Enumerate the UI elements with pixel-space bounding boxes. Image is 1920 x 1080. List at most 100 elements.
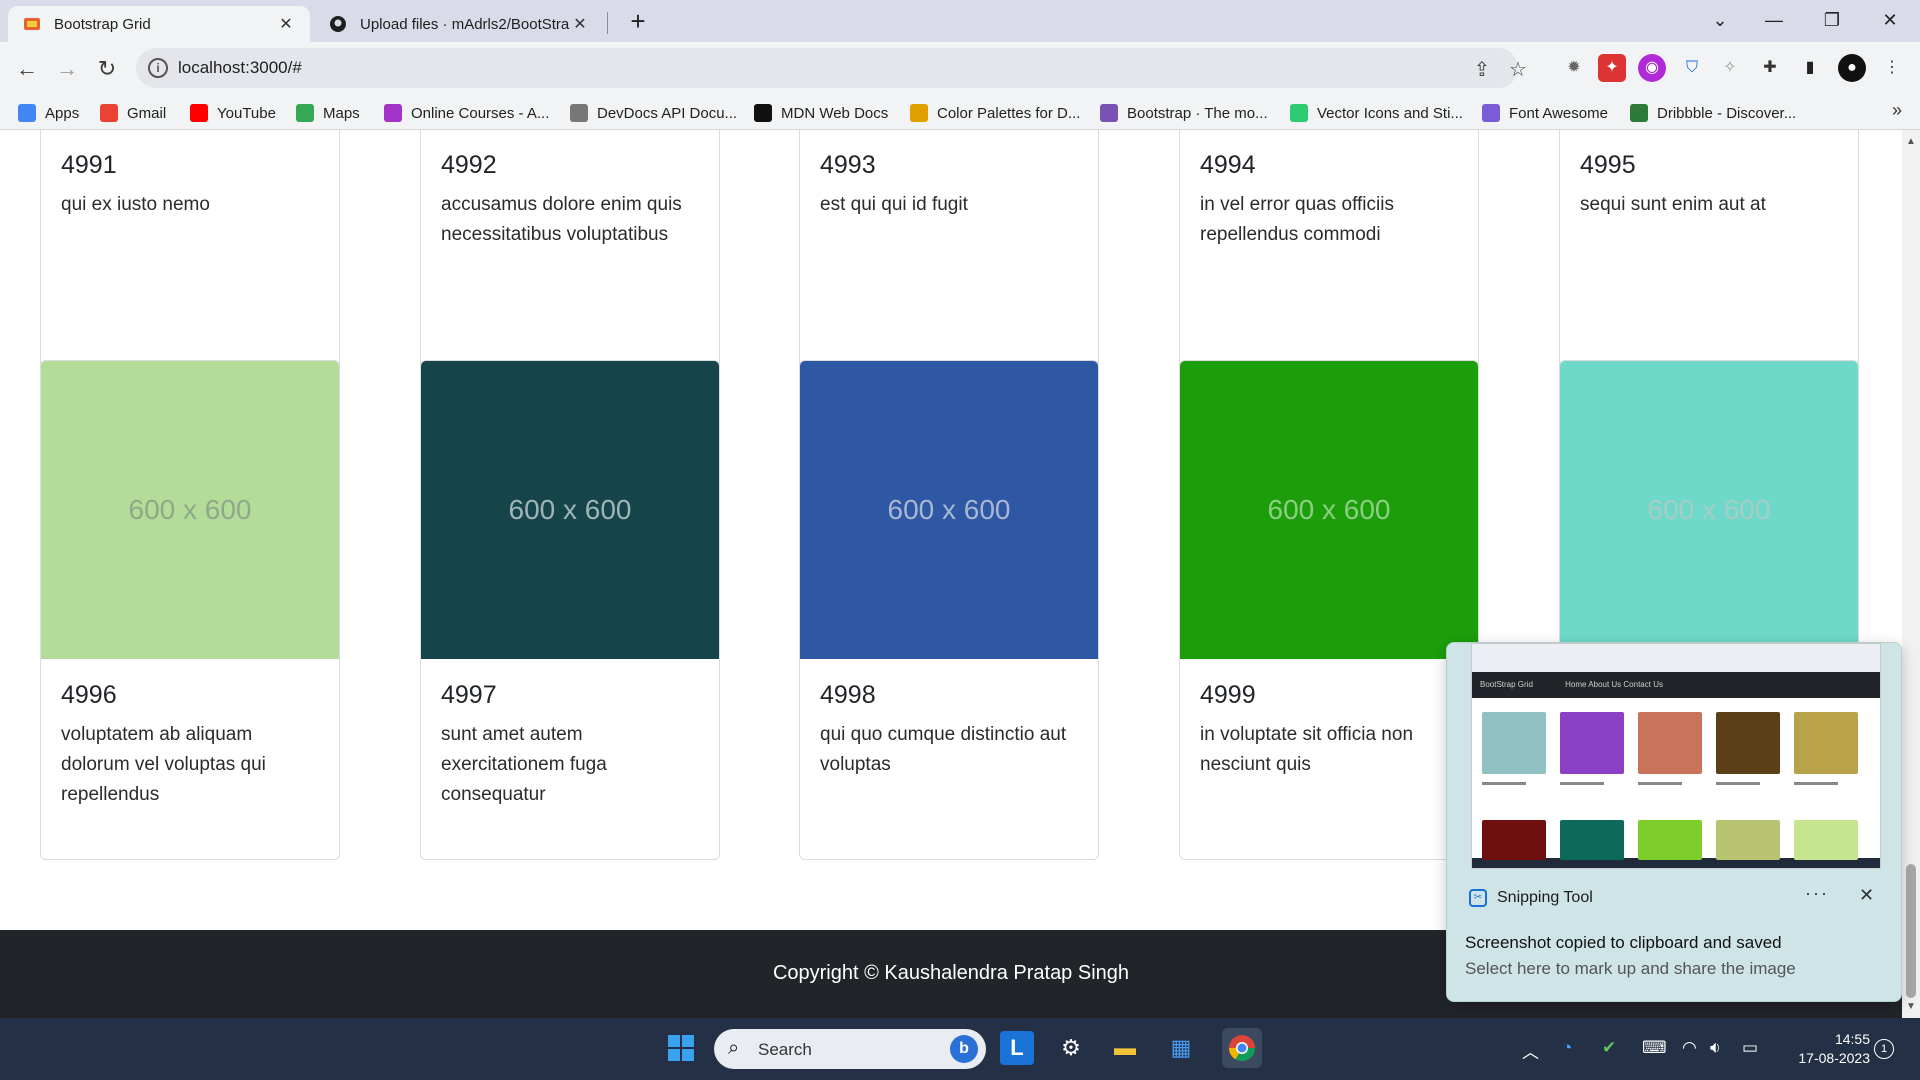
placeholder-size-label: 600 x 600 bbox=[1267, 494, 1391, 525]
card-id: 4992 bbox=[441, 151, 497, 179]
preview-nav-links: Home About Us Contact Us bbox=[1565, 680, 1663, 689]
preview-card-image bbox=[1482, 820, 1546, 860]
bookmark-item[interactable]: Bootstrap · The mo... bbox=[1100, 102, 1268, 124]
extension-purple-icon[interactable]: ◉ bbox=[1638, 54, 1666, 82]
scroll-up-arrow-icon[interactable]: ▲ bbox=[1906, 136, 1916, 147]
volume-icon[interactable]: 🔉︎ bbox=[1710, 1038, 1721, 1058]
palette-icon bbox=[910, 104, 928, 122]
bookmark-item[interactable]: Gmail bbox=[100, 102, 166, 124]
bookmark-item[interactable]: Vector Icons and Sti... bbox=[1290, 102, 1463, 124]
scroll-down-arrow-icon[interactable]: ▼ bbox=[1906, 1001, 1916, 1012]
search-icon: ⌕ bbox=[728, 1037, 740, 1059]
bookmark-item[interactable]: Color Palettes for D... bbox=[910, 102, 1080, 124]
bookmark-label: Vector Icons and Sti... bbox=[1317, 104, 1463, 122]
bookmarks-overflow-icon[interactable]: » bbox=[1892, 100, 1902, 121]
card-id: 4996 bbox=[61, 681, 117, 709]
card-text: voluptatem ab aliquam dolorum vel volupt… bbox=[61, 724, 266, 805]
scrollbar-thumb[interactable] bbox=[1906, 864, 1916, 998]
preview-card-text bbox=[1560, 782, 1604, 785]
bookmark-item[interactable]: Online Courses - A... bbox=[384, 102, 549, 124]
bookmark-item[interactable]: YouTube bbox=[190, 102, 276, 124]
bookmark-label: Gmail bbox=[127, 104, 167, 122]
windows-taskbar: ⌕ Search b L ⚙ ▬ ▦ ︿ ◔ ✔ ⌨ ◠ 🔉︎ ▭ 14:55 … bbox=[0, 1018, 1920, 1080]
bookmark-item[interactable]: Maps bbox=[296, 102, 360, 124]
taskbar-clock[interactable]: 14:55 17-08-2023 bbox=[1780, 1030, 1870, 1068]
preview-card-image bbox=[1638, 820, 1702, 860]
card-text: est qui qui id fugit bbox=[820, 194, 968, 215]
preview-card-image bbox=[1482, 712, 1546, 774]
card-body: 4992 accusamus dolore enim quis necessita… bbox=[421, 151, 719, 250]
preview-card-image bbox=[1716, 712, 1780, 774]
card-text: accusamus dolore enim quis necessitatibu… bbox=[441, 194, 682, 245]
bookmark-label: Color Palettes for D... bbox=[937, 104, 1081, 122]
card-image-placeholder: 600 x 600 bbox=[41, 361, 339, 659]
card-id: 4991 bbox=[61, 151, 117, 179]
minimize-button[interactable]: — bbox=[1746, 0, 1802, 40]
address-bar[interactable]: i localhost:3000/# ⇪ ☆ bbox=[136, 48, 1527, 88]
snipping-tool-notification[interactable]: BootStrap Grid Home About Us Contact Us … bbox=[1446, 642, 1902, 1002]
bookmark-item[interactable]: Dribbble - Discover... bbox=[1630, 102, 1796, 124]
font-awesome-icon bbox=[1482, 104, 1500, 122]
card-image-placeholder: 600 x 600 bbox=[800, 361, 1098, 659]
toast-message: Screenshot copied to clipboard and saved bbox=[1465, 933, 1782, 952]
extension-spark-icon[interactable]: ✧ bbox=[1716, 54, 1744, 82]
windows-start-icon[interactable] bbox=[664, 1031, 698, 1065]
bookmark-item[interactable]: Apps bbox=[18, 102, 79, 124]
new-tab-button[interactable]: + bbox=[620, 6, 656, 36]
extensions-puzzle-icon[interactable]: ✚ bbox=[1756, 54, 1784, 82]
wifi-icon[interactable]: ◠ bbox=[1682, 1038, 1697, 1058]
extension-shield-icon[interactable]: ⛉ bbox=[1678, 54, 1706, 82]
profile-avatar[interactable]: ● bbox=[1838, 54, 1866, 82]
bookmark-item[interactable]: MDN Web Docs bbox=[754, 102, 888, 124]
extension-bug-icon[interactable]: ✹ bbox=[1560, 54, 1588, 82]
bookmark-star-icon[interactable]: ☆ bbox=[1506, 58, 1530, 82]
card-body: 4994 in vel error quas officiis repellend… bbox=[1180, 151, 1478, 250]
bookmark-label: DevDocs API Docu... bbox=[597, 104, 738, 122]
forward-arrow-icon[interactable]: → bbox=[50, 52, 84, 86]
keyboard-icon[interactable]: ⌨ bbox=[1642, 1038, 1667, 1058]
tab-upload-files[interactable]: Upload files · mAdrls2/BootStrap ✕ bbox=[314, 6, 604, 42]
tray-clock-app-icon[interactable]: ◔ bbox=[1562, 1038, 1572, 1058]
page-scrollbar[interactable]: ▲ ▼ bbox=[1902, 130, 1920, 1018]
reload-icon[interactable]: ↻ bbox=[90, 52, 124, 86]
extension-red-icon[interactable]: ✦ bbox=[1598, 54, 1626, 82]
tray-security-icon[interactable]: ✔ bbox=[1602, 1038, 1616, 1058]
bootstrap-icon bbox=[1100, 104, 1118, 122]
tab-close-icon[interactable]: ✕ bbox=[276, 14, 296, 34]
toast-more-options-icon[interactable]: ··· bbox=[1805, 883, 1829, 904]
site-info-icon[interactable]: i bbox=[148, 58, 168, 78]
close-window-button[interactable]: ✕ bbox=[1862, 0, 1918, 40]
card-text: sunt amet autem exercitationem fuga cons… bbox=[441, 724, 607, 805]
preview-brand: BootStrap Grid bbox=[1480, 680, 1533, 689]
notification-badge[interactable]: 1 bbox=[1874, 1039, 1894, 1059]
placeholder-size-label: 600 x 600 bbox=[128, 494, 252, 525]
menu-kebab-icon[interactable]: ⋮ bbox=[1878, 54, 1906, 82]
card-body: 4999 in voluptate sit officia non nesciun… bbox=[1180, 681, 1478, 780]
chrome-taskbar-icon[interactable] bbox=[1222, 1028, 1262, 1068]
microsoft-store-icon[interactable]: ▦ bbox=[1164, 1031, 1198, 1065]
app-l-icon[interactable]: L bbox=[1000, 1031, 1034, 1065]
card-id: 4998 bbox=[820, 681, 876, 709]
tray-chevron-up-icon[interactable]: ︿ bbox=[1522, 1038, 1539, 1063]
tab-bootstrap-grid[interactable]: Bootstrap Grid ✕ bbox=[8, 6, 310, 42]
url-text[interactable]: localhost:3000/# bbox=[178, 58, 302, 78]
back-arrow-icon[interactable]: ← bbox=[10, 52, 44, 86]
battery-icon[interactable]: ▭ bbox=[1742, 1038, 1758, 1058]
gmail-icon bbox=[100, 104, 118, 122]
youtube-icon bbox=[190, 104, 208, 122]
toast-app-header: ✂ Snipping Tool bbox=[1469, 889, 1593, 907]
devdocs-icon bbox=[570, 104, 588, 122]
tab-close-icon[interactable]: ✕ bbox=[570, 14, 590, 34]
toast-close-icon[interactable]: ✕ bbox=[1859, 885, 1874, 906]
side-panel-icon[interactable]: ▮ bbox=[1796, 54, 1824, 82]
taskbar-search-box[interactable]: ⌕ Search b bbox=[714, 1029, 986, 1069]
settings-gear-icon[interactable]: ⚙ bbox=[1054, 1031, 1088, 1065]
bookmark-item[interactable]: DevDocs API Docu... bbox=[570, 102, 737, 124]
restore-button[interactable]: ❐ bbox=[1804, 0, 1860, 40]
bing-icon[interactable]: b bbox=[950, 1035, 978, 1063]
file-explorer-icon[interactable]: ▬ bbox=[1108, 1031, 1142, 1065]
share-icon[interactable]: ⇪ bbox=[1470, 58, 1494, 82]
tab-search-chevron-icon[interactable]: ⌄ bbox=[1692, 0, 1748, 40]
screenshot-preview[interactable]: BootStrap Grid Home About Us Contact Us bbox=[1471, 643, 1881, 869]
bookmark-item[interactable]: Font Awesome bbox=[1482, 102, 1608, 124]
